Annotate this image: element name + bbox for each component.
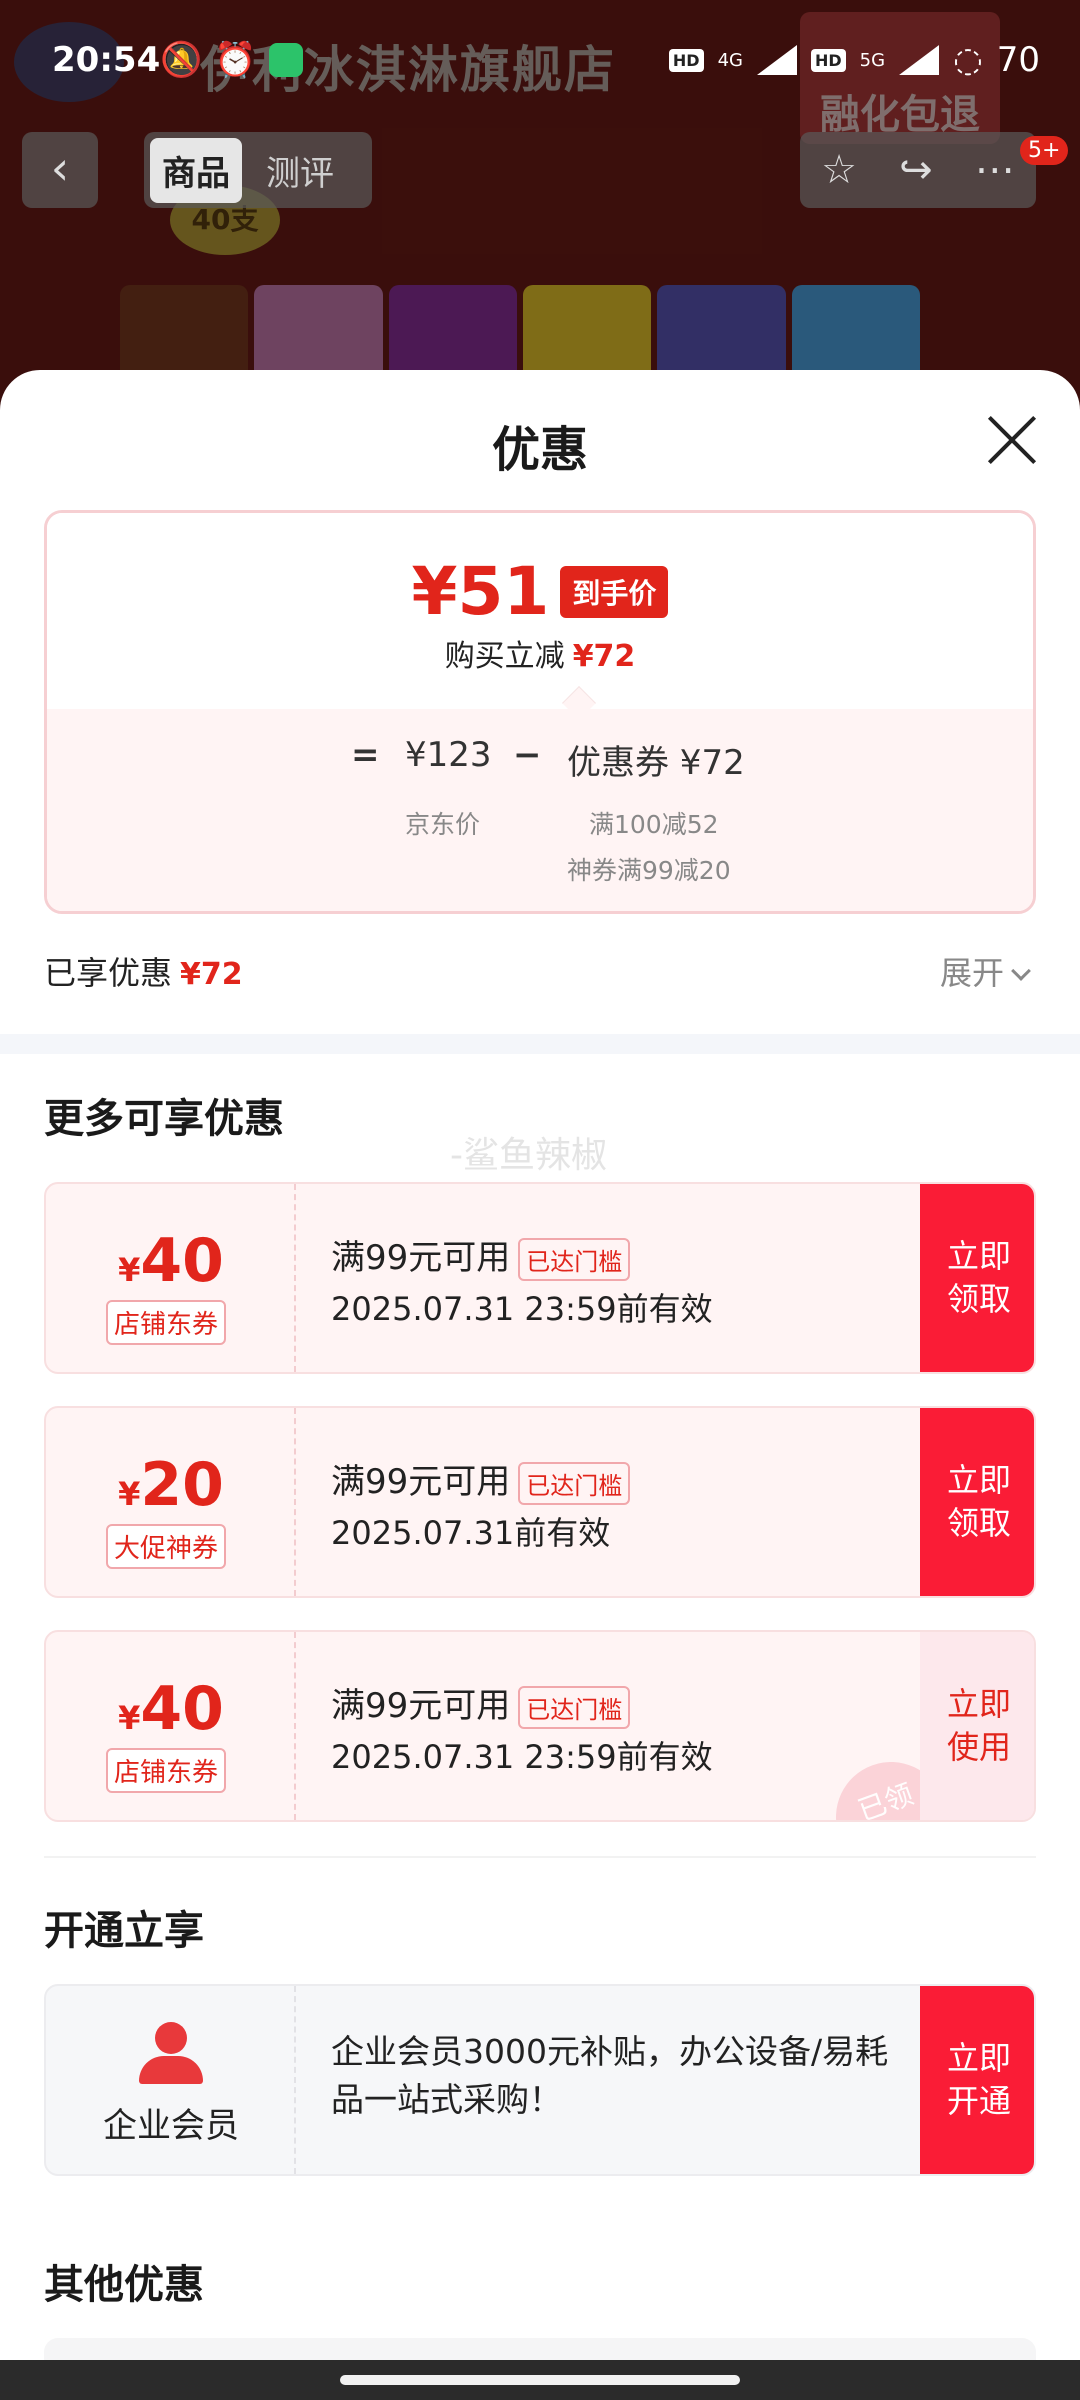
network-label: 5G (859, 49, 886, 71)
coupon-amount: ¥40 (46, 1226, 296, 1296)
claim-button-label: 立即 领取 (946, 1460, 1011, 1542)
signal-icon (899, 45, 940, 75)
clock: 20:54 (52, 40, 161, 80)
alarm-icon: ⏰ (214, 40, 257, 80)
claim-button-label: 立即 领取 (946, 1236, 1011, 1318)
open-membership-button[interactable]: 立即 开通 (920, 1986, 1034, 2174)
tab-review[interactable]: 测评 (254, 138, 346, 203)
enjoyed-discount: 已享优惠 ¥72 (44, 948, 243, 994)
coupon-validity: 2025.07.31 23:59前有效 (331, 1290, 713, 1328)
person-icon (139, 2022, 203, 2084)
minus-sign: − (513, 735, 542, 775)
coupon-total: 优惠券 ¥72 (567, 743, 745, 783)
claim-button[interactable]: 立即 领取 (920, 1184, 1034, 1372)
signal-icon (756, 45, 797, 75)
open-button-label: 立即 开通 (946, 2038, 1011, 2120)
coupon-card: ¥20 大促神券 满99元可用 已达门槛 2025.07.31前有效 立即 领取 (44, 1406, 1036, 1598)
mute-icon: 🔕 (160, 40, 203, 80)
share-icon[interactable]: ↪ (899, 147, 933, 193)
coupon-validity: 2025.07.31前有效 (331, 1514, 611, 1552)
coupon-detail-2: 神券满99减20 (567, 856, 731, 885)
price-summary-card: ¥51 到手价 购买立减 ¥72 = ¥123 − 优惠券 ¥72 京东价 满10… (44, 510, 1036, 914)
use-button-label: 立即 使用 (946, 1684, 1011, 1766)
condition-text: 满99元可用 (331, 1238, 511, 1278)
currency-symbol: ¥ (118, 1251, 141, 1289)
hd-icon: HD (668, 48, 704, 72)
final-price-tag: 到手价 (560, 565, 669, 618)
enjoyed-label: 已享优惠 (44, 954, 173, 992)
threshold-badge: 已达门槛 (518, 1238, 631, 1281)
price-formula: = ¥123 − 优惠券 ¥72 京东价 满100减52 神券满99减20 (47, 709, 1033, 911)
currency-symbol: ¥ (118, 1699, 141, 1737)
nav-actions: ☆ ↪ ⋯ (800, 132, 1036, 208)
coupon-condition: 满99元可用 已达门槛 (331, 1454, 631, 1505)
section-divider (0, 1034, 1080, 1054)
condition-text: 满99元可用 (331, 1462, 511, 1502)
equals-sign: = (351, 735, 380, 775)
coupon-detail-1: 满100减52 (589, 810, 719, 839)
more-discounts-title: 更多可享优惠 (44, 1096, 284, 1142)
coupon-card: ¥40 店铺东券 满99元可用 已达门槛 2025.07.31 23:59前有效 … (44, 1630, 1036, 1822)
discount-sheet: 优惠 ¥51 到手价 购买立减 ¥72 = ¥123 − 优惠券 ¥72 京东价 … (0, 370, 1080, 2360)
coupon-type: 店铺东券 (106, 1748, 227, 1793)
page-tabs: 商品 测评 (144, 132, 372, 208)
back-button[interactable]: ‹ (22, 132, 98, 208)
coupon-card: ¥40 店铺东券 满99元可用 已达门槛 2025.07.31 23:59前有效 … (44, 1182, 1036, 1374)
enjoyed-value: ¥72 (180, 957, 243, 992)
coupon-value: 40 (140, 1226, 224, 1296)
hd-icon: HD (810, 48, 846, 72)
instant-label: 购买立减 (444, 639, 565, 674)
instant-discount: 购买立减 ¥72 (47, 631, 1033, 675)
sheet-title: 优惠 (491, 422, 588, 478)
threshold-badge: 已达门槛 (518, 1462, 631, 1505)
coupon-value: 20 (140, 1450, 224, 1520)
membership-description: 企业会员3000元补贴，办公设备/易耗品一站式采购！ (331, 2032, 889, 2119)
network-label: 4G (717, 49, 743, 71)
coupon-value: 40 (140, 1674, 224, 1744)
divider (44, 1856, 1036, 1858)
membership-label: 企业会员 (103, 2106, 239, 2146)
use-button[interactable]: 立即 使用 (920, 1632, 1034, 1820)
coupon-validity: 2025.07.31 23:59前有效 (331, 1738, 713, 1776)
notification-badge: 5+ (1020, 136, 1069, 165)
jd-price: ¥123 (405, 735, 492, 775)
wechat-icon (268, 43, 303, 77)
final-price: ¥51 (411, 553, 550, 630)
battery-icon: ◌ (953, 40, 983, 80)
threshold-badge: 已达门槛 (518, 1686, 631, 1729)
expand-button[interactable]: 展开 (940, 948, 1031, 994)
coupon-condition: 满99元可用 已达门槛 (331, 1678, 631, 1729)
more-icon[interactable]: ⋯ (975, 147, 1015, 193)
other-discounts-title: 其他优惠 (44, 2262, 204, 2308)
coupon-type: 大促神券 (106, 1524, 227, 1569)
open-membership-title: 开通立享 (44, 1908, 204, 1954)
membership-card: 企业会员 企业会员3000元补贴，办公设备/易耗品一站式采购！ 立即 开通 (44, 1984, 1036, 2176)
condition-text: 满99元可用 (331, 1686, 511, 1726)
coupon-condition: 满99元可用 已达门槛 (331, 1230, 631, 1281)
tab-product[interactable]: 商品 (150, 137, 242, 203)
chevron-down-icon (1011, 961, 1031, 981)
jd-price-label: 京东价 (405, 810, 481, 839)
home-indicator[interactable] (340, 2375, 740, 2385)
coupon-type: 店铺东券 (106, 1300, 227, 1345)
currency-symbol: ¥ (118, 1475, 141, 1513)
coupon-amount: ¥20 (46, 1450, 296, 1520)
status-bar: 20:54 🔕 ⏰ HD 4G HD 5G ◌ 70 (0, 30, 1080, 90)
coupon-amount: ¥40 (46, 1674, 296, 1744)
expand-label: 展开 (940, 954, 1005, 992)
star-icon[interactable]: ☆ (821, 147, 857, 193)
battery-level: 70 (996, 40, 1040, 80)
instant-value: ¥72 (572, 639, 636, 674)
claim-button[interactable]: 立即 领取 (920, 1408, 1034, 1596)
close-icon[interactable] (986, 414, 1038, 466)
watermark: -鲨鱼辣椒 (450, 1135, 607, 1176)
